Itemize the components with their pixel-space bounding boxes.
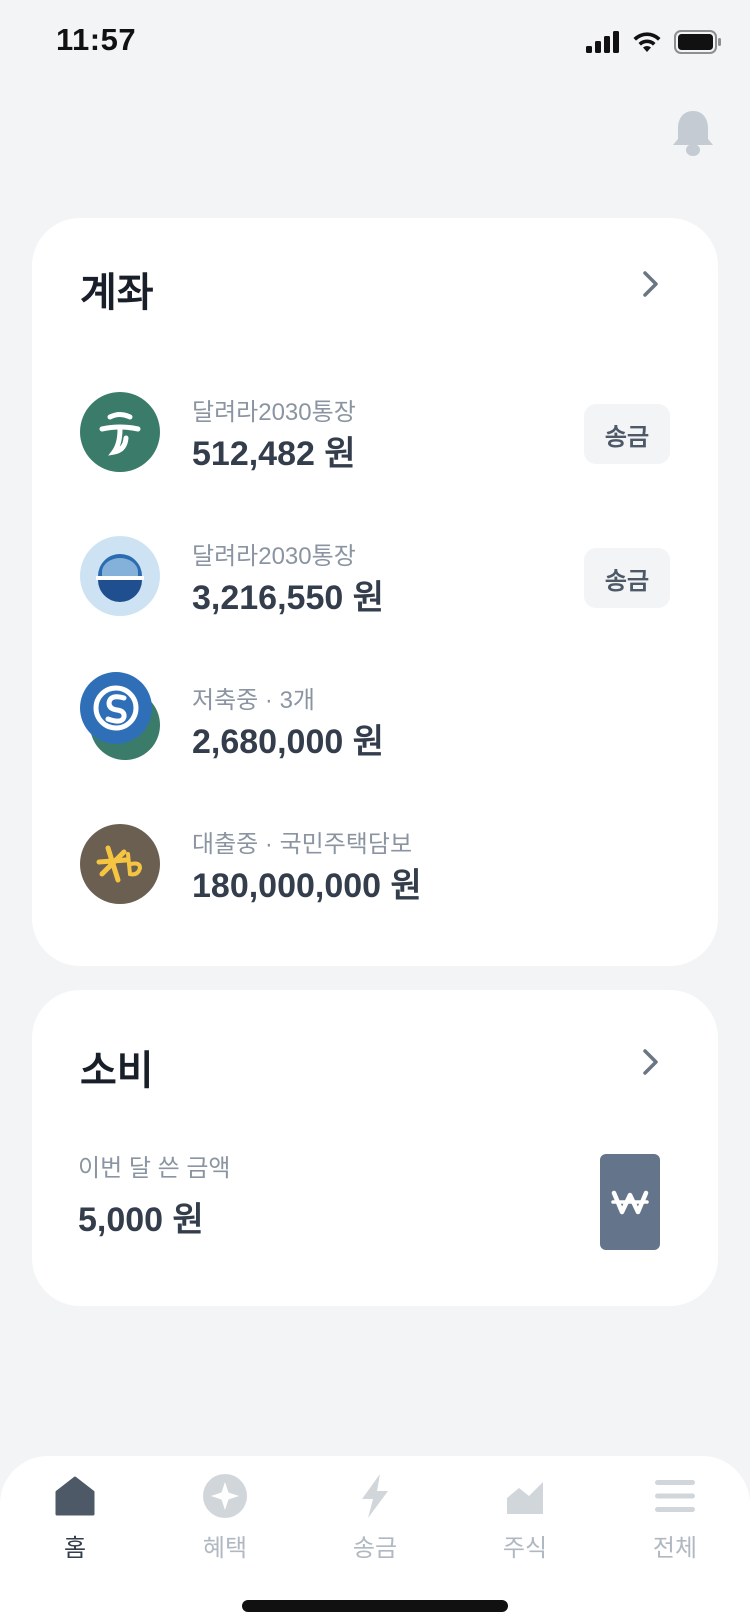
account-amount: 512,482 원 (192, 435, 356, 473)
send-button[interactable]: 송금 (584, 548, 670, 608)
tab-send[interactable]: 송금 (315, 1472, 435, 1592)
kb-bank-logo (80, 824, 160, 904)
account-amount: 3,216,550 원 (192, 579, 384, 617)
stock-chart-icon (507, 1482, 543, 1514)
spending-subtitle: 이번 달 쓴 금액 (78, 1155, 231, 1182)
tab-label: 전체 (652, 1535, 698, 1562)
ibk-bank-logo (80, 536, 160, 616)
bottom-tab-bar: 홈 혜택 송금 주식 전체 (0, 1456, 750, 1624)
status-icons (586, 30, 722, 54)
tab-stock[interactable]: 주식 (465, 1472, 585, 1592)
tab-label: 송금 (352, 1535, 398, 1562)
account-row[interactable]: 달려라2030통장 3,216,550 원 송금 (32, 526, 718, 626)
spending-title: 소비 (80, 1049, 154, 1093)
tab-label: 주식 (502, 1535, 548, 1562)
account-subtitle: 달려라2030통장 (192, 399, 356, 426)
account-amount: 2,680,000 원 (192, 723, 384, 761)
account-row[interactable]: 저축중 · 3개 2,680,000 원 (32, 670, 718, 770)
send-button[interactable]: 송금 (584, 404, 670, 464)
lightning-icon (362, 1474, 388, 1518)
menu-icon (655, 1480, 695, 1512)
shinhan-bank-logo (80, 672, 152, 744)
spending-amount: 5,000 원 (78, 1201, 204, 1239)
wifi-icon (633, 32, 661, 52)
stacked-bank-logos (80, 672, 160, 760)
account-subtitle: 대출중 · 국민주택담보 (192, 831, 413, 858)
won-icon (611, 1190, 649, 1215)
tab-all[interactable]: 전체 (615, 1472, 735, 1592)
account-amount: 180,000,000 원 (192, 867, 422, 905)
status-bar: 11:57 (0, 0, 750, 88)
tab-home[interactable]: 홈 (15, 1472, 135, 1592)
accounts-card: 계좌 달려라2030통장 512,482 원 송금 달려라2030통장 3,21… (32, 218, 718, 966)
battery-icon (674, 30, 721, 54)
accounts-chevron-icon[interactable] (638, 268, 662, 300)
tab-benefit[interactable]: 혜택 (165, 1472, 285, 1592)
won-card-button[interactable] (600, 1154, 660, 1250)
accounts-title: 계좌 (80, 271, 154, 315)
spending-chevron-icon[interactable] (638, 1046, 662, 1078)
hana-bank-logo (80, 392, 160, 472)
home-indicator (242, 1600, 508, 1612)
status-time: 11:57 (56, 22, 137, 57)
account-subtitle: 저축중 · 3개 (192, 687, 315, 714)
tab-label: 홈 (63, 1535, 87, 1562)
bell-icon[interactable] (670, 108, 716, 158)
signal-icon (586, 31, 619, 53)
benefit-icon (203, 1474, 247, 1518)
account-row[interactable]: 달려라2030통장 512,482 원 송금 (32, 382, 718, 482)
account-subtitle: 달려라2030통장 (192, 543, 356, 570)
account-row[interactable]: 대출중 · 국민주택담보 180,000,000 원 (32, 814, 718, 914)
home-icon (55, 1476, 95, 1516)
spending-card: 소비 이번 달 쓴 금액 5,000 원 (32, 990, 718, 1306)
tab-label: 혜택 (202, 1535, 248, 1562)
